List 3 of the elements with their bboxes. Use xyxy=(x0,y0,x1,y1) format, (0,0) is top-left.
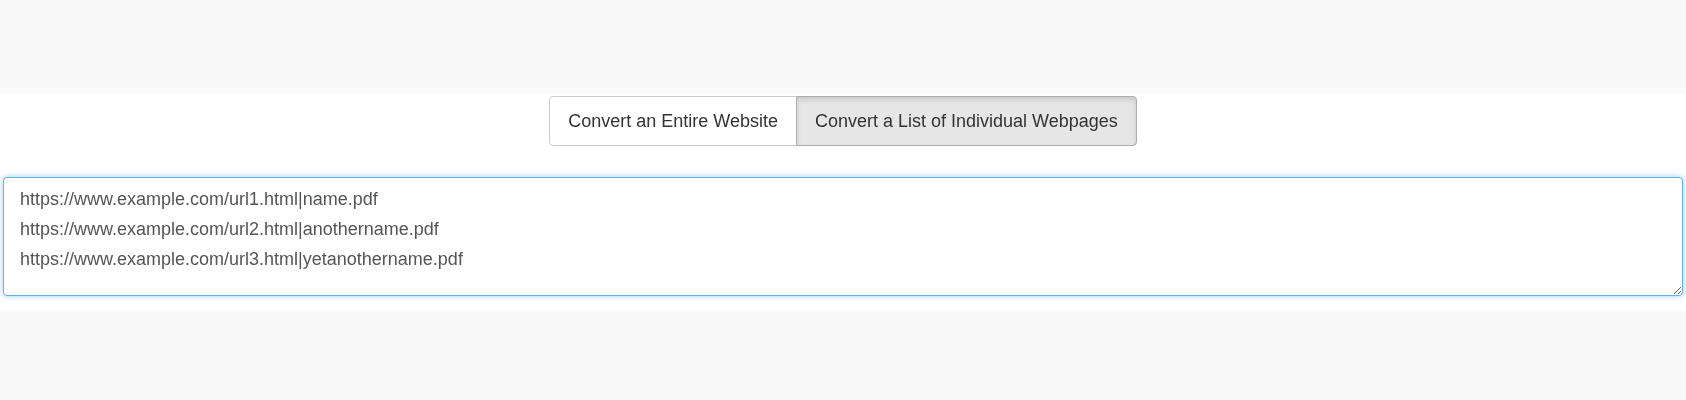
url-list-field[interactable]: https://www.example.com/url1.html|name.pdf https://www.example.com/url2.html|anothername.pdf https://www.example.com/url3.html|yetanothername.pdf xyxy=(3,177,1683,296)
mode-toggle-button[interactable]: Convert a List of Individual Webpages xyxy=(795,96,1137,146)
mode-toggle-button[interactable]: Convert an Entire Website xyxy=(549,96,797,146)
